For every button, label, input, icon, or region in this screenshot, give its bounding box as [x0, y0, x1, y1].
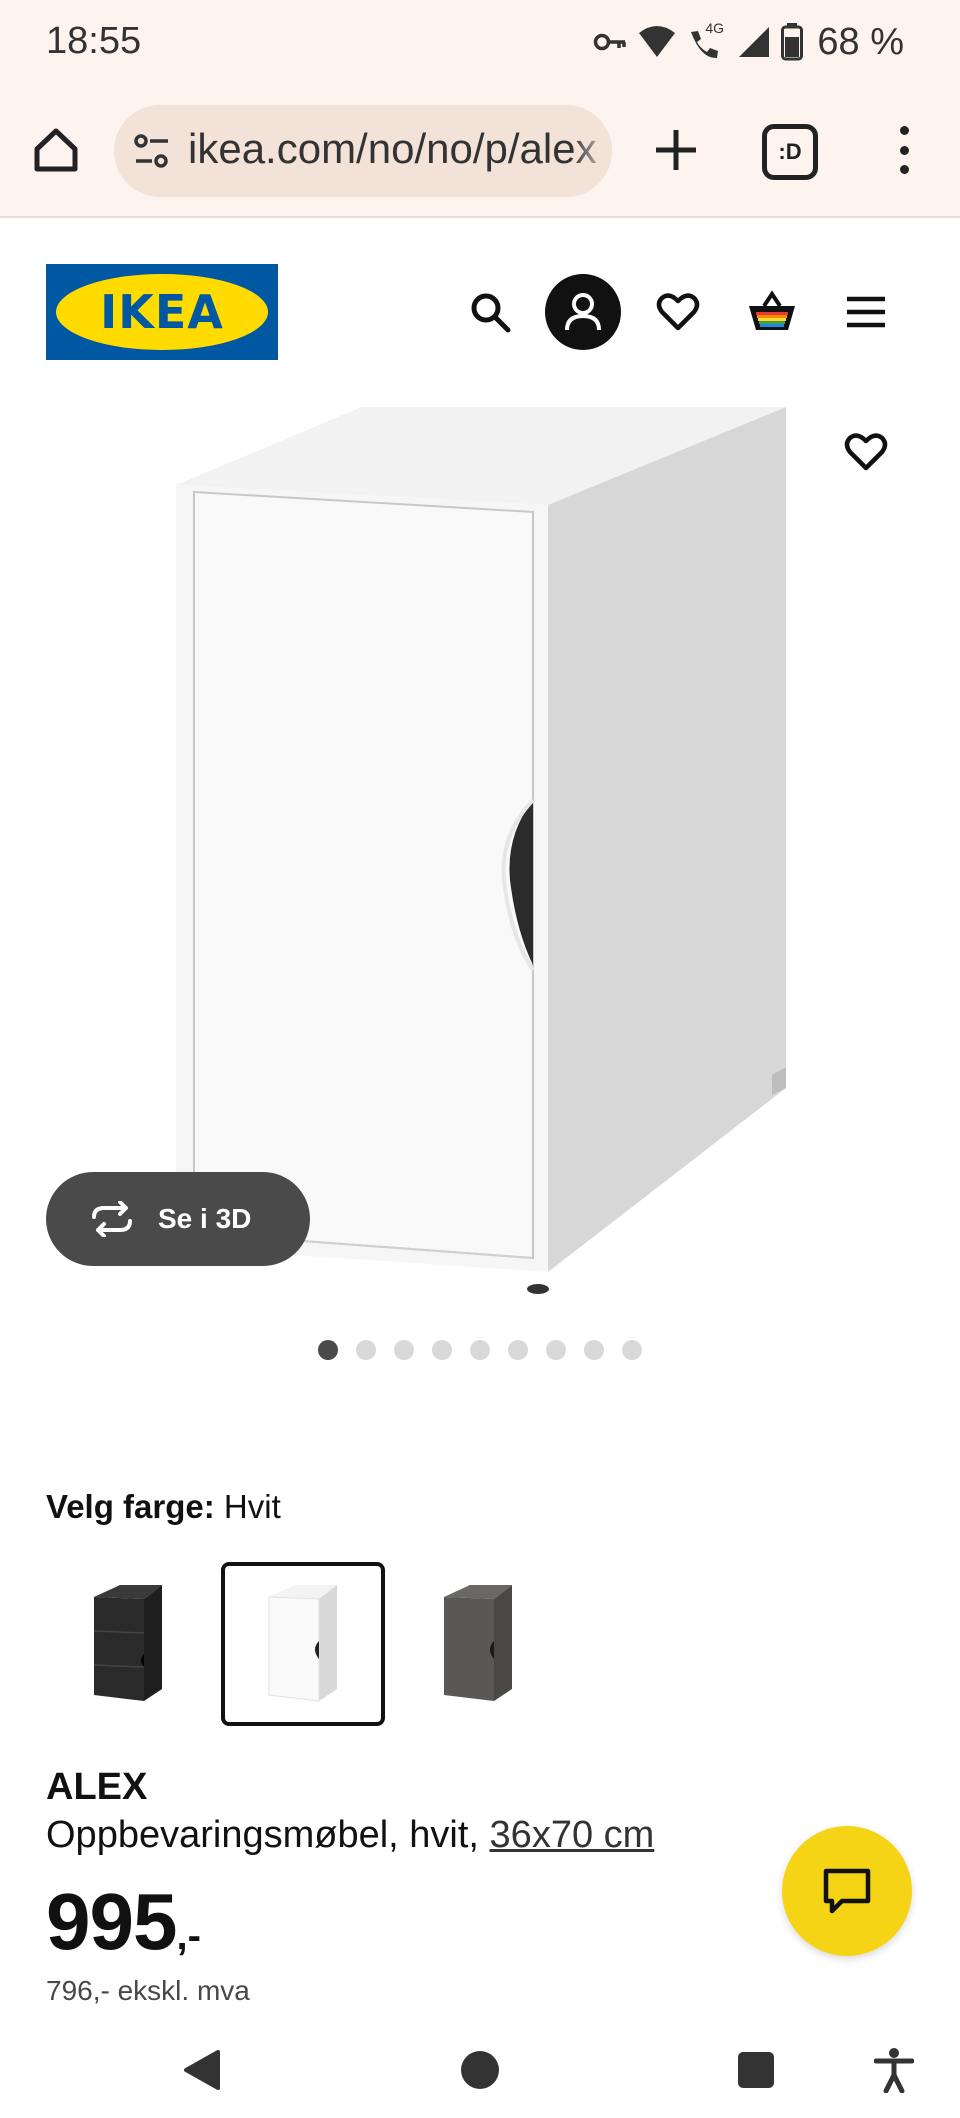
product-description: Oppbevaringsmøbel, hvit, 36x70 cm — [46, 1814, 654, 1857]
carousel-dot[interactable] — [508, 1340, 528, 1360]
carousel-dot[interactable] — [318, 1340, 338, 1360]
url-fade — [572, 105, 612, 197]
product-name: ALEX — [46, 1766, 148, 1808]
basket-icon — [749, 290, 795, 330]
carousel-dot[interactable] — [394, 1340, 414, 1360]
carousel-dot[interactable] — [546, 1340, 566, 1360]
status-time: 18:55 — [46, 20, 142, 62]
color-picker-label: Velg farge: Hvit — [46, 1488, 281, 1526]
recents-icon — [738, 2052, 774, 2088]
main-menu-button[interactable] — [828, 274, 904, 350]
search-icon — [471, 293, 511, 333]
product-favourite-button[interactable] — [828, 414, 904, 490]
browser-menu-button[interactable] — [880, 120, 928, 180]
ikea-logo-oval: IKEA — [56, 274, 268, 350]
wifi-icon — [639, 26, 676, 57]
accessibility-icon — [874, 2048, 914, 2093]
more-icon-dot — [899, 165, 909, 174]
url-bar[interactable]: ikea.com/no/no/p/alex — [114, 105, 612, 197]
swatch-grey-image — [444, 1585, 512, 1701]
carousel-dot[interactable] — [432, 1340, 452, 1360]
url-text[interactable]: ikea.com/no/no/p/alex — [188, 125, 598, 173]
swatch-black-image — [93, 1585, 162, 1701]
rotate-3d-icon — [92, 1201, 132, 1237]
carousel-dots — [318, 1340, 642, 1360]
color-swatch-black[interactable] — [46, 1562, 210, 1726]
cart-button[interactable] — [734, 274, 810, 350]
carousel-dot[interactable] — [356, 1340, 376, 1360]
site-settings-icon[interactable] — [132, 129, 172, 173]
back-icon — [184, 2050, 220, 2090]
product-price: 995,- — [46, 1876, 201, 1968]
product-image[interactable] — [150, 395, 810, 1305]
tab-switcher-button[interactable]: :D — [762, 124, 818, 180]
chat-icon — [823, 1868, 871, 1914]
nav-accessibility-button[interactable] — [864, 2040, 924, 2100]
color-swatch-grey[interactable] — [396, 1562, 560, 1726]
new-tab-button[interactable] — [648, 122, 704, 178]
color-picker-title: Velg farge: — [46, 1488, 215, 1525]
view-3d-label: Se i 3D — [158, 1203, 252, 1234]
carousel-dot[interactable] — [622, 1340, 642, 1360]
home-nav-icon — [461, 2051, 499, 2089]
carousel-dot[interactable] — [470, 1340, 490, 1360]
signal-icon — [739, 27, 770, 57]
color-picker-selected: Hvit — [223, 1488, 281, 1525]
carousel-dot[interactable] — [584, 1340, 604, 1360]
view-3d-button[interactable]: Se i 3D — [46, 1172, 310, 1266]
search-button[interactable] — [452, 274, 528, 350]
profile-button[interactable] — [545, 274, 621, 350]
status-bar: 18:55 4G 68 % — [0, 0, 960, 84]
price-ex-vat: 796,- ekskl. mva — [46, 1975, 250, 2006]
battery-icon — [781, 23, 804, 61]
ikea-logo[interactable]: IKEA — [46, 264, 278, 360]
more-icon — [899, 126, 909, 135]
nav-home-button[interactable] — [450, 2040, 510, 2100]
ikea-logo-text: IKEA — [100, 285, 224, 339]
status-icons: 4G 68 % — [593, 18, 904, 66]
battery-level: 68 % — [817, 20, 904, 63]
nav-recents-button[interactable] — [726, 2040, 786, 2100]
heart-icon — [656, 293, 700, 331]
home-icon — [34, 128, 78, 172]
android-nav-bar — [0, 2020, 960, 2118]
profile-icon — [565, 293, 601, 331]
color-swatch-white[interactable] — [221, 1562, 385, 1726]
browser-toolbar: ikea.com/no/no/p/alex :D — [0, 84, 960, 218]
more-icon-dot — [899, 145, 909, 155]
hamburger-menu-icon — [847, 296, 885, 328]
product-type: Oppbevaringsmøbel, hvit, — [46, 1814, 479, 1856]
browser-home-button[interactable] — [28, 122, 84, 178]
vpn-key-icon — [594, 33, 627, 51]
price-value: 995 — [46, 1877, 177, 1966]
nav-back-button[interactable] — [172, 2040, 232, 2100]
wifi-calling-icon: 4G — [687, 20, 727, 62]
price-suffix: ,- — [176, 1914, 201, 1958]
favourites-button[interactable] — [640, 274, 716, 350]
network-type: 4G — [705, 20, 725, 36]
chat-button[interactable] — [782, 1826, 912, 1956]
swatch-white-image — [268, 1585, 337, 1702]
plus-icon — [656, 130, 696, 170]
product-dimensions-link[interactable]: 36x70 cm — [490, 1814, 655, 1856]
heart-icon — [844, 433, 888, 471]
